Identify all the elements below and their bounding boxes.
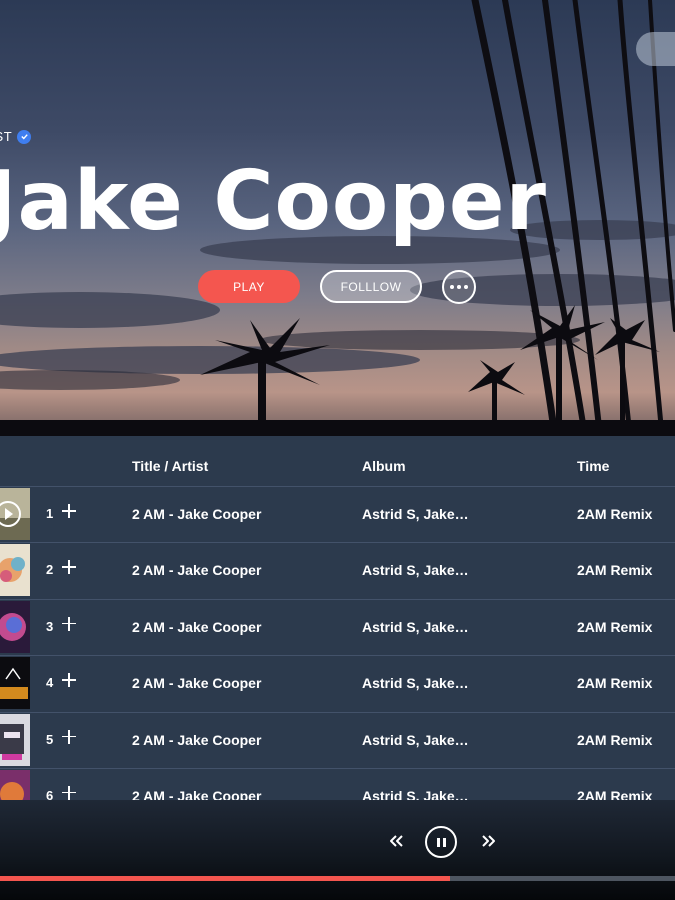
track-title[interactable]: 2 AM - Jake Cooper [132, 732, 261, 748]
track-time: 2AM Remix [577, 731, 653, 748]
player-bar [0, 800, 675, 900]
album-art-thumbnail[interactable] [0, 769, 30, 800]
track-time: 2AM Remix [577, 618, 653, 635]
track-number: 6 [46, 787, 54, 800]
verified-artist-label: TIST [0, 129, 32, 144]
track-album[interactable]: Astrid S, Jake… [362, 788, 469, 800]
track-time: 2AM Remix [577, 675, 653, 692]
pause-icon [436, 837, 440, 847]
artist-name-title: Jake Cooper [0, 154, 547, 249]
track-time: 2AM Remix [577, 506, 653, 522]
track-time: 2AM Remix [577, 787, 653, 800]
track-album[interactable]: Astrid S, Jake… [362, 732, 469, 748]
pause-button[interactable] [425, 826, 457, 858]
track-row[interactable]: 3 2 AM - Jake Cooper Astrid S, Jake… 2AM… [0, 598, 675, 655]
fast-forward-icon[interactable] [479, 834, 497, 848]
track-row[interactable]: 6 2 AM - Jake Cooper Astrid S, Jake… 2AM… [0, 767, 675, 800]
progress-fill [0, 876, 451, 881]
track-number: 1 [46, 506, 54, 521]
track-row[interactable]: 5 2 AM - Jake Cooper Astrid S, Jake… 2AM… [0, 711, 675, 768]
track-title[interactable]: 2 AM - Jake Cooper [132, 788, 261, 800]
add-icon[interactable] [62, 729, 76, 744]
album-art-thumbnail[interactable] [0, 600, 30, 653]
track-number: 5 [46, 731, 54, 747]
header-time[interactable]: Time [577, 458, 609, 474]
play-button[interactable]: PLAY [198, 270, 300, 303]
rewind-icon[interactable] [388, 834, 406, 848]
header-album[interactable]: Album [362, 458, 406, 474]
track-number: 4 [46, 675, 54, 691]
add-icon[interactable] [62, 616, 76, 631]
add-icon[interactable] [62, 504, 76, 518]
verified-check-icon [17, 129, 32, 144]
track-row[interactable]: 1 2 AM - Jake Cooper Astrid S, Jake… 2AM… [0, 486, 675, 542]
track-row[interactable]: 2 2 AM - Jake Cooper Astrid S, Jake… 2AM… [0, 542, 675, 598]
track-list-header: Title / Artist Album Time [0, 436, 675, 486]
track-album[interactable]: Astrid S, Jake… [362, 619, 469, 635]
artist-label-text: TIST [0, 129, 13, 144]
track-list: Title / Artist Album Time 1 2 AM - Jake … [0, 436, 675, 800]
header-title-artist[interactable]: Title / Artist [132, 458, 208, 474]
track-title[interactable]: 2 AM - Jake Cooper [132, 562, 261, 578]
add-icon[interactable] [62, 673, 76, 688]
track-title[interactable]: 2 AM - Jake Cooper [132, 619, 261, 635]
album-art-thumbnail[interactable] [0, 713, 30, 766]
track-album[interactable]: Astrid S, Jake… [362, 562, 469, 578]
follow-button[interactable]: FOLLLOW [320, 270, 422, 303]
album-art-thumbnail[interactable] [0, 657, 30, 710]
progress-bar[interactable] [0, 876, 675, 881]
track-number: 3 [46, 618, 54, 634]
track-album[interactable]: Astrid S, Jake… [362, 675, 469, 691]
track-title[interactable]: 2 AM - Jake Cooper [132, 675, 261, 691]
track-time: 2AM Remix [577, 562, 653, 579]
search-pill[interactable] [636, 32, 675, 66]
album-art-thumbnail[interactable] [0, 544, 30, 597]
track-title[interactable]: 2 AM - Jake Cooper [132, 506, 261, 522]
add-icon[interactable] [62, 560, 76, 575]
more-dots-icon[interactable] [442, 270, 476, 304]
add-icon[interactable] [62, 785, 76, 800]
artist-hero: TIST Jake Cooper PLAY FOLLLOW [0, 0, 675, 436]
track-row[interactable]: 4 2 AM - Jake Cooper Astrid S, Jake… 2AM… [0, 655, 675, 711]
track-number: 2 [46, 562, 54, 578]
track-album[interactable]: Astrid S, Jake… [362, 506, 469, 522]
album-art-thumbnail[interactable] [0, 488, 30, 540]
